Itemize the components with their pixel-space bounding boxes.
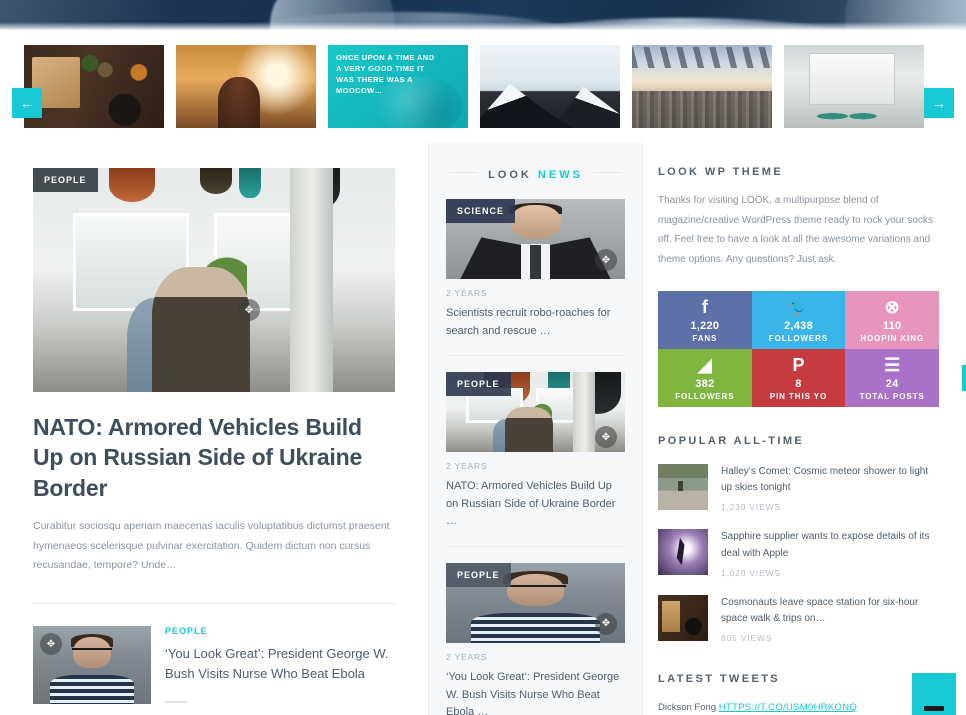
envato-leaf-icon: ◢	[697, 354, 712, 375]
social-counter-grid: f 1,220 FANS 🐦 2,438 FOLLOWERS ⊗ 110 HOO…	[658, 291, 939, 407]
category-badge[interactable]: PEOPLE	[33, 168, 98, 192]
list-item-rule	[165, 700, 187, 703]
social-label: FANS	[692, 333, 718, 343]
list-item-thumbnail[interactable]: ✥	[33, 626, 151, 705]
news-item-date: 2 YEARS	[446, 288, 488, 298]
social-label: PIN THIS YO	[769, 391, 828, 401]
carousel-slide[interactable]	[480, 45, 620, 128]
news-item-thumbnail[interactable]: SCIENCE ✥	[446, 199, 625, 279]
carousel-slide-caption: ONCE UPON A TIME AND A VERY GOOD TIME IT…	[336, 53, 435, 95]
news-divider	[446, 545, 625, 547]
popular-views: 1,239 VIEWS	[721, 502, 781, 513]
popular-views: 1,020 VIEWS	[721, 567, 781, 578]
popular-thumbnail[interactable]	[658, 594, 708, 641]
news-item-date: 2 YEARS	[446, 461, 488, 472]
carousel-slide[interactable]	[784, 45, 924, 128]
social-count: 1,220	[690, 319, 720, 332]
social-tile-dribbble[interactable]: ⊗ 110 HOOPIN KING	[845, 291, 939, 349]
list-item[interactable]: Sapphire supplier wants to expose detail…	[658, 529, 939, 578]
social-label: FOLLOWERS	[675, 391, 735, 401]
news-item-title[interactable]: NATO: Armored Vehicles Build Up on Russi…	[446, 478, 625, 531]
facebook-icon: f	[701, 296, 708, 317]
category-badge[interactable]: PEOPLE	[446, 562, 511, 587]
news-item[interactable]: SCIENCE ✥ 2 YEARS Scientists recruit rob…	[446, 199, 625, 340]
news-header-main: LOOK	[488, 169, 532, 181]
social-label: FOLLOWERS	[768, 333, 829, 343]
sidebar-column: LOOK WP THEME Thanks for visiting LOOK, …	[643, 143, 964, 715]
popular-thumbnail[interactable]	[658, 529, 708, 576]
twitter-icon: 🐦	[787, 296, 810, 317]
list-item[interactable]: ✥ PEOPLE ‘You Look Great’: President Geo…	[33, 626, 395, 715]
social-count: 110	[882, 319, 902, 332]
popular-title[interactable]: Halley’s Comet: Cosmic meteor shower to …	[721, 464, 939, 496]
news-item-thumbnail[interactable]: PEOPLE ✥	[446, 372, 625, 453]
news-column: LOOK NEWS SCIENCE ✥ 2 YEARS Scientists r…	[428, 143, 643, 715]
social-count: 2,438	[783, 319, 813, 332]
main-content-column: PEOPLE ✥ NATO: Armored Vehicles Build Up…	[0, 143, 428, 715]
news-item-thumbnail[interactable]: PEOPLE ✥	[446, 562, 625, 643]
content-columns: PEOPLE ✥ NATO: Armored Vehicles Build Up…	[0, 143, 966, 715]
social-label: HOOPIN KING	[860, 333, 924, 343]
carousel-slide[interactable]	[176, 45, 316, 128]
social-tile-pinterest[interactable]: P 8 PIN THIS YO	[751, 349, 846, 407]
pinterest-icon: P	[792, 354, 805, 375]
news-item-title[interactable]: Scientists recruit robo-roaches for sear…	[446, 305, 625, 340]
list-item-category[interactable]: PEOPLE	[165, 626, 395, 636]
social-count: 24	[885, 377, 899, 390]
popular-title[interactable]: Sapphire supplier wants to expose detail…	[721, 529, 939, 561]
featured-post-title[interactable]: NATO: Armored Vehicles Build Up on Russi…	[33, 412, 395, 503]
carousel-slide[interactable]: ONCE UPON A TIME AND A VERY GOOD TIME IT…	[328, 45, 468, 128]
news-divider	[446, 355, 625, 357]
popular-posts-list: Halley’s Comet: Cosmic meteor shower to …	[658, 464, 939, 643]
widget-title-about: LOOK WP THEME	[658, 166, 784, 178]
widget-title-tweets: LATEST TWEETS	[658, 673, 781, 686]
news-item-title[interactable]: ‘You Look Great’: President George W. Bu…	[446, 669, 625, 715]
popular-thumbnail[interactable]	[658, 464, 708, 510]
news-item[interactable]: PEOPLE ✥ 2 YEARS ‘You Look Great’: Presi…	[446, 562, 625, 715]
zoom-expand-icon[interactable]: ✥	[595, 612, 617, 635]
featured-carousel[interactable]: ← → ONCE UPON A TIME AND A VERY GOOD TIM…	[0, 30, 966, 143]
about-text: Thanks for visiting LOOK, a multipurpose…	[658, 195, 933, 265]
popular-views: 805 VIEWS	[721, 633, 773, 644]
category-badge[interactable]: PEOPLE	[446, 372, 511, 397]
social-tile-twitter[interactable]: 🐦 2,438 FOLLOWERS	[751, 291, 846, 349]
social-count: 382	[695, 377, 715, 390]
news-column-header: LOOK NEWS	[429, 143, 642, 183]
back-to-top-button[interactable]	[912, 673, 956, 715]
list-item[interactable]: Halley’s Comet: Cosmic meteor shower to …	[658, 464, 939, 512]
tweet-link[interactable]: HTTPS://T.CO/USM0HRKONQ	[719, 702, 857, 713]
news-item[interactable]: PEOPLE ✥ 2 YEARS NATO: Armored Vehicles …	[446, 372, 625, 531]
hero-fade	[0, 22, 966, 30]
carousel-slide[interactable]	[24, 45, 164, 128]
section-divider	[33, 603, 395, 605]
social-tile-envato[interactable]: ◢ 382 FOLLOWERS	[658, 349, 752, 407]
hero-image-strip	[0, 0, 966, 30]
carousel-slide[interactable]	[632, 45, 772, 128]
zoom-expand-icon[interactable]: ✥	[595, 249, 617, 271]
category-badge[interactable]: SCIENCE	[446, 199, 516, 223]
zoom-expand-icon[interactable]: ✥	[238, 299, 260, 321]
popular-title[interactable]: Cosmonauts leave space station for six-h…	[721, 595, 939, 627]
carousel-track: ONCE UPON A TIME AND A VERY GOOD TIME IT…	[0, 30, 966, 138]
carousel-prev-arrow-icon[interactable]: ←	[12, 88, 42, 118]
social-tile-posts[interactable]: ☰ 24 TOTAL POSTS	[845, 349, 939, 407]
widget-title-popular: POPULAR ALL-TIME	[658, 435, 805, 447]
list-item[interactable]: Cosmonauts leave space station for six-h…	[658, 594, 939, 644]
carousel-next-arrow-icon[interactable]: →	[924, 88, 954, 118]
page-scroll-indicator[interactable]	[962, 365, 966, 391]
featured-post-image[interactable]: PEOPLE ✥	[33, 168, 395, 392]
tweet-item: Dickson Fong HTTPS://T.CO/USM0HRKONQ HTT…	[658, 699, 939, 715]
news-header-accent: NEWS	[537, 169, 583, 181]
dribbble-icon: ⊗	[884, 296, 900, 317]
featured-post-excerpt: Curabitur sociosqu aperiam maecenas iacu…	[33, 520, 390, 571]
list-item-title[interactable]: ‘You Look Great’: President George W. Bu…	[165, 644, 395, 684]
back-to-top-bar-icon	[924, 706, 944, 711]
tweet-author: Dickson Fong	[658, 702, 719, 714]
document-icon: ☰	[884, 354, 901, 375]
social-count: 8	[795, 377, 802, 390]
news-item-date: 2 YEARS	[446, 651, 488, 662]
social-tile-facebook[interactable]: f 1,220 FANS	[658, 291, 752, 349]
page-root: ← → ONCE UPON A TIME AND A VERY GOOD TIM…	[0, 0, 966, 715]
social-label: TOTAL POSTS	[859, 391, 925, 401]
